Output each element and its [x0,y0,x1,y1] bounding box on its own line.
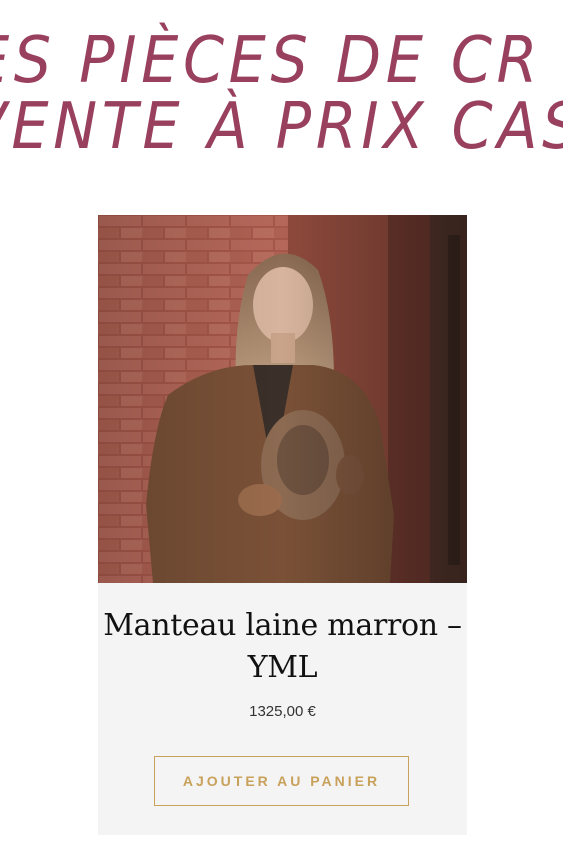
page: ES PIÈCES DE CR VENTE À PRIX CAS Manteau… [0,0,563,844]
promo-headline-line1: ES PIÈCES DE CR [0,24,543,98]
product-card: Manteau laine marron – YML 1325,00 € AJO… [98,215,467,835]
product-title[interactable]: Manteau laine marron – YML [98,605,467,689]
product-price: 1325,00 € [249,703,316,720]
add-to-cart-button[interactable]: AJOUTER AU PANIER [154,756,409,806]
product-image-link[interactable] [98,215,467,583]
promo-headline-line2: VENTE À PRIX CAS [0,90,563,164]
product-image [98,215,467,583]
promo-headline: ES PIÈCES DE CR VENTE À PRIX CAS [0,24,563,164]
